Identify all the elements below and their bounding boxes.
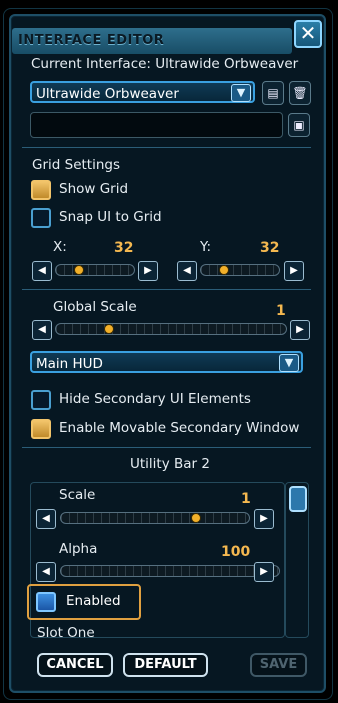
divider — [22, 147, 311, 148]
global-scale-label: Global Scale — [53, 299, 137, 315]
arrow-right-icon: ▶ — [144, 265, 152, 276]
snap-to-grid-checkbox[interactable] — [31, 208, 51, 228]
cancel-button[interactable]: CANCEL — [37, 653, 113, 677]
alpha-value: 100 — [221, 544, 251, 560]
floppy-disk-icon: ▣ — [293, 118, 305, 132]
ui-element-dropdown[interactable]: Main HUD ▼ — [30, 351, 303, 373]
slider-knob[interactable] — [191, 513, 201, 523]
enabled-label: Enabled — [66, 593, 121, 609]
alpha-increase-button[interactable]: ▶ — [254, 562, 274, 582]
arrow-left-icon: ◀ — [183, 265, 191, 276]
hide-secondary-label: Hide Secondary UI Elements — [59, 391, 251, 407]
arrow-right-icon: ▶ — [260, 513, 268, 524]
interface-dropdown-value: Ultrawide Orbweaver — [36, 86, 179, 102]
arrow-right-icon: ▶ — [296, 324, 304, 335]
alpha-decrease-button[interactable]: ◀ — [36, 562, 56, 582]
grid-x-label: X: — [53, 239, 67, 255]
element-settings-scrollbar[interactable] — [285, 482, 309, 638]
scale-decrease-button[interactable]: ◀ — [36, 509, 56, 529]
show-grid-checkbox[interactable] — [31, 180, 51, 200]
slot-label: Slot One — [37, 625, 95, 641]
grid-y-slider[interactable] — [200, 264, 280, 276]
global-scale-slider[interactable] — [55, 323, 287, 335]
document-button[interactable]: ▤ — [262, 81, 284, 105]
grid-x-slider[interactable] — [55, 264, 135, 276]
arrow-left-icon: ◀ — [42, 513, 50, 524]
chevron-down-icon: ▼ — [279, 354, 299, 372]
alpha-slider[interactable] — [60, 565, 280, 577]
enabled-checkbox[interactable] — [36, 592, 56, 612]
interface-name-input[interactable] — [30, 112, 283, 138]
save-button[interactable]: SAVE — [250, 653, 307, 677]
grid-x-increase-button[interactable]: ▶ — [138, 261, 158, 281]
divider — [22, 447, 311, 448]
grid-y-value: 32 — [260, 240, 280, 256]
global-scale-value: 1 — [276, 303, 286, 319]
movable-secondary-checkbox[interactable] — [31, 419, 51, 439]
arrow-right-icon: ▶ — [260, 566, 268, 577]
delete-button[interactable]: 🗑 — [289, 81, 311, 105]
grid-y-label: Y: — [200, 239, 212, 255]
scale-slider[interactable] — [60, 512, 250, 524]
trash-icon: 🗑 — [292, 86, 308, 100]
slider-knob[interactable] — [218, 265, 229, 275]
element-section-heading: Utility Bar 2 — [130, 456, 210, 472]
movable-secondary-label: Enable Movable Secondary Window — [59, 420, 300, 436]
scale-increase-button[interactable]: ▶ — [254, 509, 274, 529]
snap-to-grid-label: Snap UI to Grid — [59, 209, 162, 225]
arrow-left-icon: ◀ — [42, 566, 50, 577]
close-button[interactable]: ✕ — [294, 20, 322, 48]
arrow-left-icon: ◀ — [38, 324, 46, 335]
grid-settings-heading: Grid Settings — [32, 157, 120, 173]
global-scale-increase-button[interactable]: ▶ — [290, 320, 310, 340]
scrollbar-thumb[interactable] — [289, 486, 307, 512]
scale-label: Scale — [59, 487, 96, 503]
grid-y-increase-button[interactable]: ▶ — [284, 261, 304, 281]
interface-dropdown[interactable]: Ultrawide Orbweaver ▼ — [30, 81, 255, 103]
document-icon: ▤ — [267, 86, 279, 100]
grid-x-decrease-button[interactable]: ◀ — [32, 261, 52, 281]
chevron-down-icon: ▼ — [231, 84, 251, 102]
window-title: INTERFACE EDITOR — [18, 33, 165, 48]
save-icon-button[interactable]: ▣ — [288, 113, 310, 137]
close-icon: ✕ — [299, 21, 317, 45]
default-button[interactable]: DEFAULT — [123, 653, 208, 677]
grid-y-decrease-button[interactable]: ◀ — [177, 261, 197, 281]
arrow-right-icon: ▶ — [290, 265, 298, 276]
global-scale-decrease-button[interactable]: ◀ — [32, 320, 52, 340]
hide-secondary-checkbox[interactable] — [31, 390, 51, 410]
slider-knob[interactable] — [104, 324, 115, 334]
alpha-label: Alpha — [59, 541, 98, 557]
ui-element-dropdown-value: Main HUD — [36, 356, 103, 372]
scale-value: 1 — [241, 491, 251, 507]
grid-x-value: 32 — [114, 240, 134, 256]
arrow-left-icon: ◀ — [38, 265, 46, 276]
show-grid-label: Show Grid — [59, 181, 129, 197]
slider-knob[interactable] — [73, 265, 84, 275]
divider — [22, 289, 311, 290]
current-interface-label: Current Interface: Ultrawide Orbweaver — [31, 56, 299, 72]
